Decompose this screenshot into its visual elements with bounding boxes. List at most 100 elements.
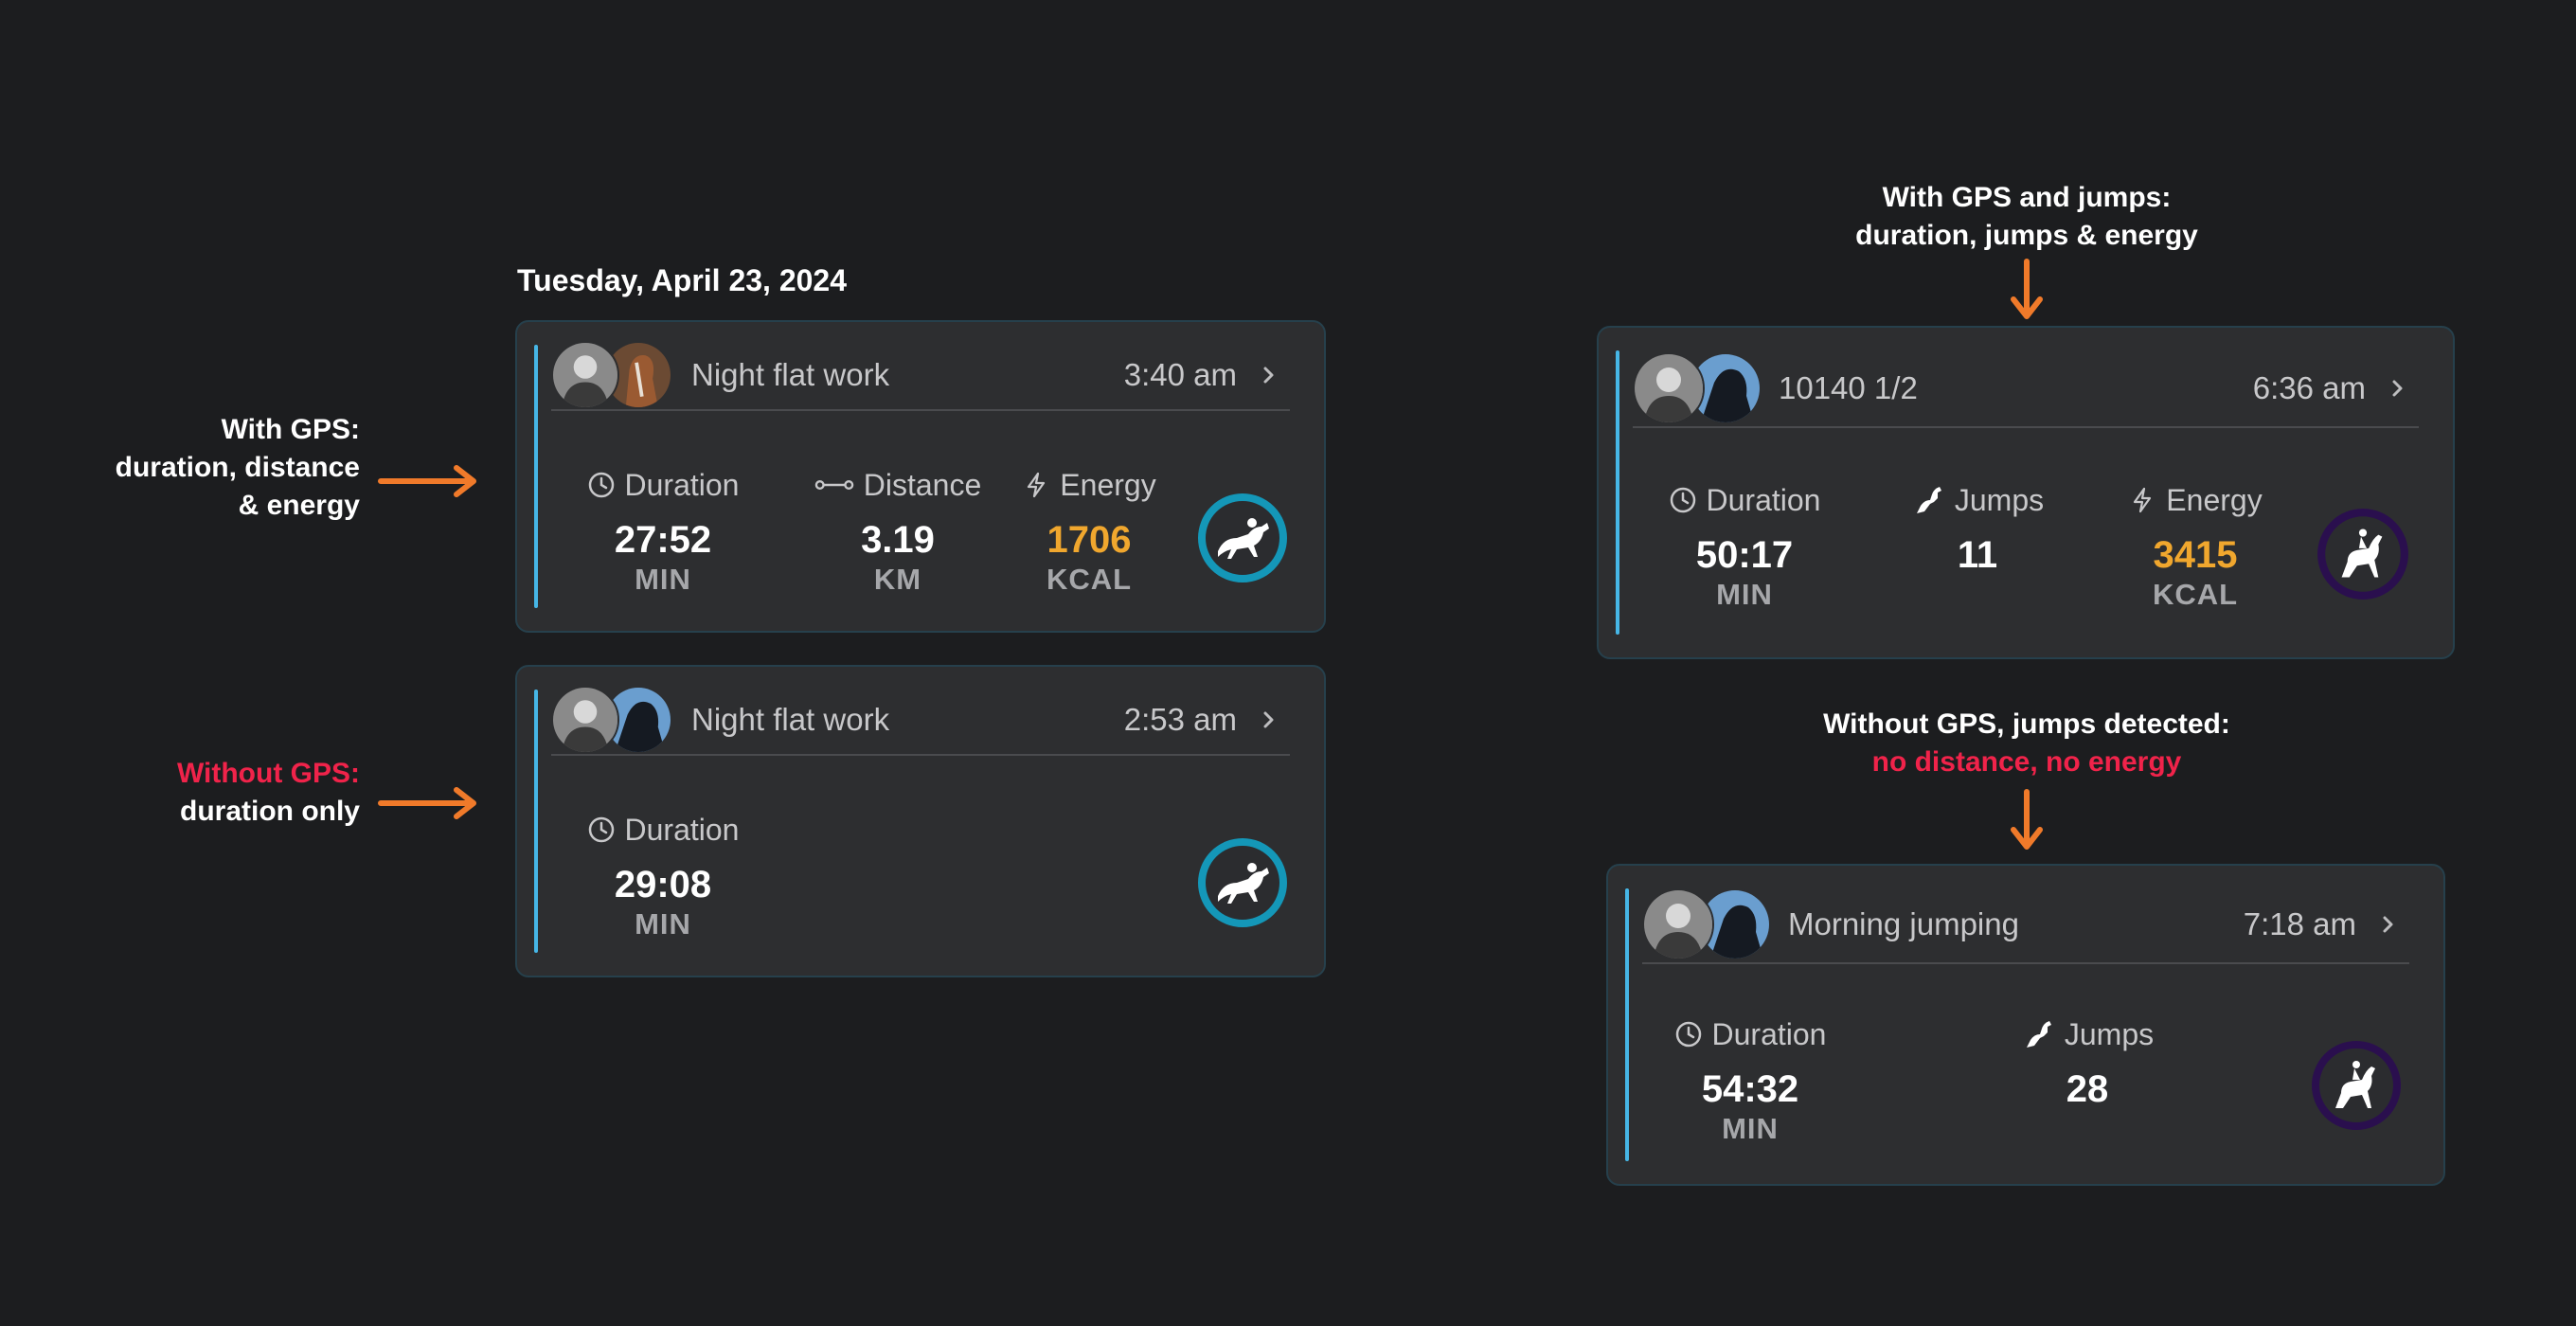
arrow-right-icon: [378, 465, 476, 497]
workout-time: 2:53 am: [1123, 702, 1237, 737]
rider-avatar: [1633, 352, 1705, 424]
chevron-right-icon[interactable]: [2385, 375, 2411, 402]
distance-icon: [814, 479, 854, 491]
clock-icon: [588, 472, 614, 498]
annotation-line: With GPS:: [221, 414, 360, 445]
workout-card[interactable]: Morning jumping 7:18 am Duration 54:32 M…: [1606, 864, 2445, 1186]
stat-unit: MIN: [1716, 578, 1773, 611]
stat-value: 3415: [2153, 534, 2238, 576]
dressage-badge: [2315, 506, 2411, 602]
stat-unit: MIN: [635, 563, 691, 596]
arrow-down-icon: [2011, 789, 2043, 850]
workout-card[interactable]: Night flat work 2:53 am Duration 29:08 M…: [515, 665, 1326, 977]
stat-value: 27:52: [614, 519, 712, 561]
stat-label-text: Energy: [1060, 467, 1156, 502]
avatar-group: [1642, 888, 1771, 960]
card-accent-bar: [534, 345, 538, 608]
stat-label-text: Duration: [1706, 482, 1821, 517]
stat-jumps: Jumps 28: [1964, 1013, 2210, 1112]
jump-horse-icon: [1916, 487, 1941, 513]
workout-title: Night flat work: [691, 702, 890, 737]
gallop-badge: [1195, 835, 1290, 930]
stat-value: 28: [2066, 1068, 2109, 1110]
stat-label: Jumps: [1854, 479, 2101, 521]
clock-icon: [1675, 1021, 1701, 1048]
stat-label: Duration: [540, 464, 786, 506]
stat-unit: MIN: [635, 907, 691, 941]
stat-jumps: Jumps 11: [1854, 479, 2101, 578]
stat-label-text: Duration: [624, 467, 740, 502]
gallop-badge: [1195, 491, 1290, 585]
chevron-right-icon[interactable]: [2375, 911, 2402, 938]
stat-energy: Energy 3415 KCAL: [2072, 479, 2318, 612]
workout-title: 10140 1/2: [1779, 370, 1918, 405]
annotation-line: duration only: [180, 796, 360, 827]
workout-time: 3:40 am: [1123, 357, 1237, 392]
stat-unit: KCAL: [2152, 578, 2239, 611]
stat-value: 29:08: [614, 864, 712, 905]
stat-value: 11: [1957, 534, 1998, 576]
rider-avatar: [551, 686, 619, 754]
workout-title: Morning jumping: [1788, 906, 2019, 941]
stat-label-text: Jumps: [2064, 1016, 2155, 1051]
annotation-line: & energy: [238, 490, 360, 521]
rider-avatar: [1642, 888, 1714, 960]
stat-unit: MIN: [1722, 1112, 1779, 1145]
stat-duration: Duration 54:32 MIN: [1627, 1013, 1873, 1146]
lightning-icon: [2134, 487, 2152, 513]
workout-card[interactable]: 10140 1/2 6:36 am Duration 50:17 MIN Jum…: [1597, 326, 2455, 659]
chevron-right-icon[interactable]: [1256, 362, 1282, 388]
annotation-with-gps: With GPS: duration, distance & energy: [57, 411, 360, 525]
workout-time: 7:18 am: [2243, 906, 2356, 941]
date-header: Tuesday, April 23, 2024: [517, 263, 848, 297]
stat-label-text: Energy: [2166, 482, 2263, 517]
stat-duration: Duration 29:08 MIN: [540, 809, 786, 941]
jump-horse-icon: [2026, 1021, 2051, 1048]
card-accent-bar: [1616, 350, 1619, 635]
annotation-line: With GPS and jumps:: [1882, 182, 2172, 213]
stat-label: Duration: [1621, 479, 1868, 521]
arrow-right-icon: [378, 787, 476, 819]
annotation-gps-jumps: With GPS and jumps: duration, jumps & en…: [1648, 179, 2406, 255]
stat-label: Duration: [540, 809, 786, 851]
stat-value: 1706: [1046, 519, 1132, 561]
stat-label-text: Duration: [1711, 1016, 1827, 1051]
card-header: Morning jumping 7:18 am: [1642, 888, 2409, 964]
stat-duration: Duration 50:17 MIN: [1621, 479, 1868, 612]
stat-value: 54:32: [1701, 1068, 1799, 1110]
avatar-group: [551, 341, 674, 409]
stat-label: Jumps: [1964, 1013, 2210, 1055]
card-header: Night flat work 2:53 am: [551, 686, 1290, 756]
clock-icon: [588, 816, 614, 843]
card-accent-bar: [534, 690, 538, 953]
avatar-group: [551, 686, 674, 754]
stat-label: Energy: [975, 464, 1203, 506]
annotation-no-gps-jumps: Without GPS, jumps detected: no distance…: [1648, 706, 2406, 781]
workout-title: Night flat work: [691, 357, 890, 392]
annotation-line: Without GPS, jumps detected:: [1823, 708, 2230, 740]
arrow-down-icon: [2011, 259, 2043, 319]
annotation-line: Without GPS:: [176, 758, 360, 789]
dressage-badge: [2309, 1038, 2404, 1133]
workout-card[interactable]: Night flat work 3:40 am Duration 27:52 M…: [515, 320, 1326, 633]
stat-energy: Energy 1706 KCAL: [975, 464, 1203, 597]
card-header: 10140 1/2 6:36 am: [1633, 352, 2419, 428]
annotation-without-gps: Without GPS: duration only: [57, 755, 360, 831]
rider-avatar: [551, 341, 619, 409]
clock-icon: [1670, 487, 1695, 513]
stat-label: Energy: [2072, 479, 2318, 521]
annotation-line: duration, jumps & energy: [1855, 220, 2198, 251]
stat-label-text: Duration: [624, 812, 740, 847]
lightning-icon: [1028, 472, 1046, 498]
annotation-line: duration, distance: [115, 452, 360, 483]
stat-label-text: Jumps: [1954, 482, 2045, 517]
avatar-group: [1633, 352, 1762, 424]
stat-label-text: Distance: [863, 467, 982, 502]
annotation-line: no distance, no energy: [1871, 746, 2182, 778]
stat-duration: Duration 27:52 MIN: [540, 464, 786, 597]
card-header: Night flat work 3:40 am: [551, 341, 1290, 411]
chevron-right-icon[interactable]: [1256, 707, 1282, 733]
stat-unit: KCAL: [1046, 563, 1133, 596]
workout-time: 6:36 am: [2252, 370, 2366, 405]
stat-value: 50:17: [1695, 534, 1794, 576]
